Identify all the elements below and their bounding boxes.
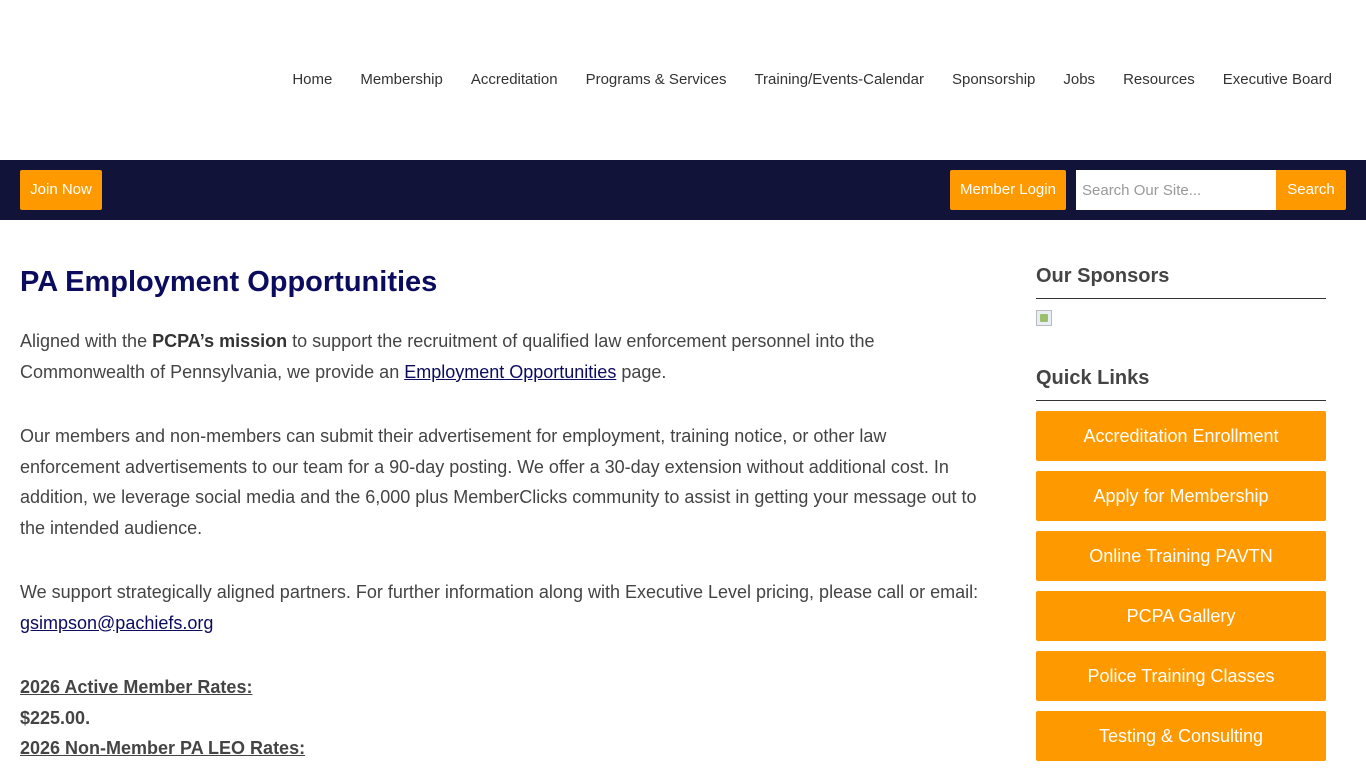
nav-item-jobs[interactable]: Jobs (1063, 70, 1095, 90)
nav-item-training-events-calendar[interactable]: Training/Events-Calendar (754, 70, 924, 90)
sponsors-heading: Our Sponsors (1036, 262, 1326, 299)
intro-paragraph: Aligned with the PCPA’s mission to suppo… (20, 326, 990, 387)
search-input[interactable] (1076, 170, 1276, 210)
site-header: Home Membership Accreditation Programs &… (0, 0, 1366, 160)
intro-text-c: page. (616, 361, 667, 382)
sponsor-image-icon[interactable] (1036, 310, 1052, 326)
quick-link-accreditation-enrollment[interactable]: Accreditation Enrollment (1036, 411, 1326, 461)
quick-link-apply-for-membership[interactable]: Apply for Membership (1036, 471, 1326, 521)
utility-bar: Join Now Member Login Search (0, 160, 1366, 220)
partners-paragraph: We support strategically aligned partner… (20, 577, 990, 638)
non-member-rates-heading: 2026 Non-Member PA LEO Rates: (20, 738, 306, 758)
quick-link-police-training-classes[interactable]: Police Training Classes (1036, 651, 1326, 701)
page-title: PA Employment Opportunities (20, 266, 438, 298)
member-login-button[interactable]: Member Login (950, 170, 1066, 210)
quick-link-testing-consulting[interactable]: Testing & Consulting (1036, 711, 1326, 761)
member-rates-heading: 2026 Active Member Rates: (20, 677, 253, 697)
email-link[interactable]: gsimpson@pachiefs.org (20, 613, 213, 633)
nav-item-programs-services[interactable]: Programs & Services (586, 70, 727, 90)
quick-link-pcpa-gallery[interactable]: PCPA Gallery (1036, 591, 1326, 641)
nav-item-resources[interactable]: Resources (1123, 70, 1195, 90)
quick-links-heading: Quick Links (1036, 364, 1326, 401)
search-button[interactable]: Search (1276, 170, 1346, 210)
mission-text: PCPA’s mission (152, 331, 288, 351)
quick-links-list: Accreditation Enrollment Apply for Membe… (1036, 411, 1326, 761)
nav-item-sponsorship[interactable]: Sponsorship (952, 70, 1035, 90)
join-now-button[interactable]: Join Now (20, 170, 102, 210)
partners-text: We support strategically aligned partner… (20, 582, 979, 602)
main-nav: Home Membership Accreditation Programs &… (264, 70, 1332, 90)
quick-link-online-training-pavtn[interactable]: Online Training PAVTN (1036, 531, 1326, 581)
sidebar: Our Sponsors Quick Links Accreditation E… (1036, 262, 1326, 768)
main-content: PA Employment Opportunities Aligned with… (20, 262, 990, 764)
rates-section: 2026 Active Member Rates: $225.00. 2026 … (20, 672, 990, 764)
nav-item-home[interactable]: Home (292, 70, 332, 90)
employment-opportunities-link[interactable]: Employment Opportunities (404, 362, 616, 382)
search-form: Search (1076, 170, 1346, 210)
advertisement-paragraph: Our members and non-members can submit t… (20, 426, 977, 538)
member-rates-value: $225.00. (20, 707, 91, 728)
nav-item-executive-board[interactable]: Executive Board (1223, 70, 1332, 90)
intro-text-a: Aligned with the (20, 331, 153, 351)
nav-item-accreditation[interactable]: Accreditation (471, 70, 558, 90)
nav-item-membership[interactable]: Membership (360, 70, 443, 90)
